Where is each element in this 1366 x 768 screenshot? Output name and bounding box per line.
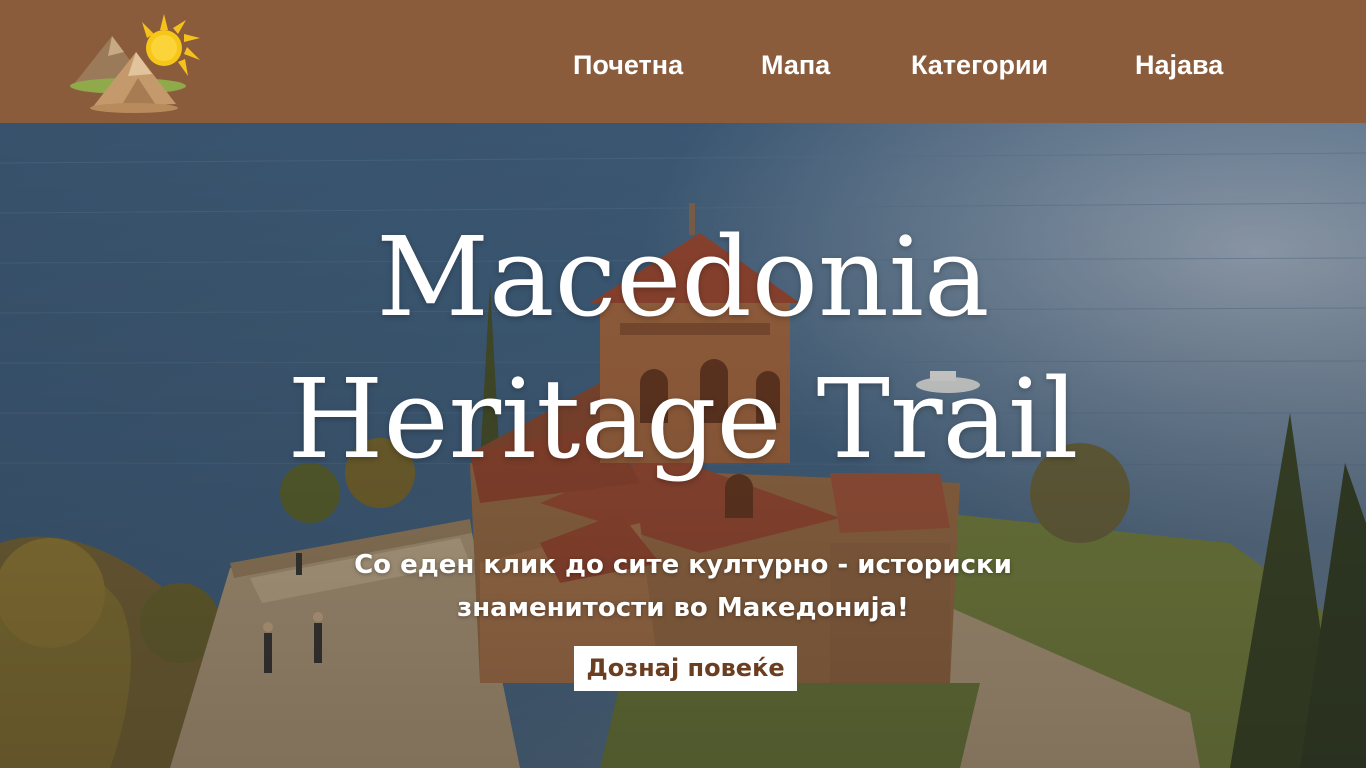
hero-subtitle: Со еден клик до сите културно - историск… bbox=[283, 544, 1083, 630]
top-navigation-bar: Почетна Мапа Категории Најава bbox=[0, 0, 1366, 123]
hero-section: Macedonia Heritage Trail Со еден клик до… bbox=[0, 123, 1366, 768]
nav-link-home[interactable]: Почетна bbox=[573, 47, 683, 83]
hero-subtitle-line-1: Со еден клик до сите културно - историск… bbox=[354, 550, 1012, 580]
hero-subtitle-line-2: знаменитости во Македонија! bbox=[457, 593, 909, 623]
nav-link-categories[interactable]: Категории bbox=[911, 47, 1048, 83]
nav-link-map[interactable]: Мапа bbox=[761, 47, 830, 83]
learn-more-button[interactable]: Дознај повеќе bbox=[574, 646, 797, 691]
hero-title-line-1: Macedonia bbox=[376, 213, 990, 341]
hero-title-line-2: Heritage Trail bbox=[287, 355, 1079, 483]
main-navigation: Почетна Мапа Категории Најава bbox=[0, 0, 1366, 123]
nav-link-login[interactable]: Најава bbox=[1135, 47, 1223, 83]
